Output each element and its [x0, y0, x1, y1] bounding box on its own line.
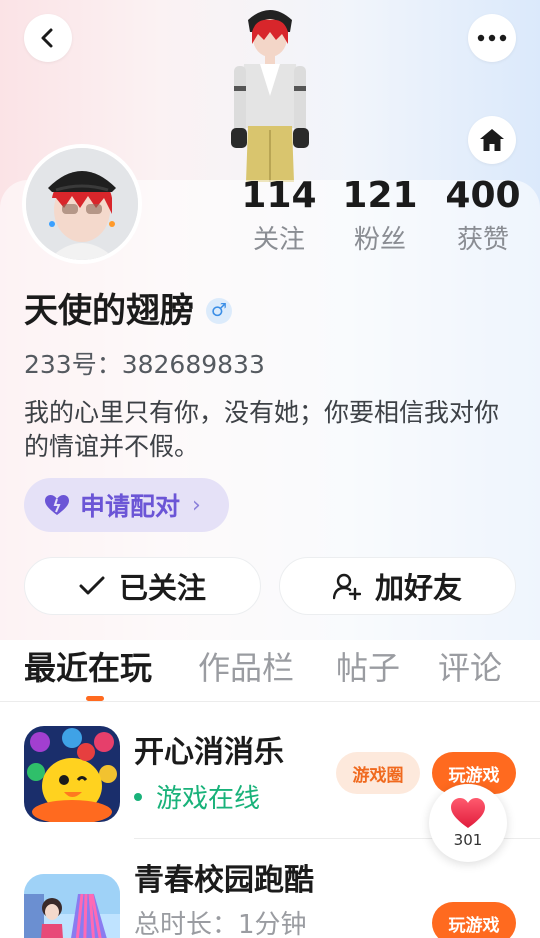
nickname-row: 天使的翅膀 ♂: [24, 288, 232, 334]
avatar[interactable]: [22, 144, 142, 264]
game-duration: 总时长：1分钟: [134, 910, 307, 938]
stat-label: 粉丝: [353, 225, 406, 255]
game-icon-campus-parkour[interactable]: [24, 874, 120, 938]
game-title: 开心消消乐: [134, 735, 284, 770]
heart-pair-icon: [45, 495, 69, 515]
stat-following[interactable]: 114 关注: [234, 174, 324, 260]
apply-pair-button[interactable]: 申请配对 ›: [24, 478, 229, 532]
add-user-icon: [332, 573, 361, 600]
stat-value: 121: [342, 175, 418, 216]
stat-fans[interactable]: 121 粉丝: [335, 174, 425, 260]
stat-value: 114: [241, 175, 317, 216]
nickname: 天使的翅膀: [24, 291, 194, 331]
play-game-button[interactable]: 玩游戏: [432, 902, 516, 938]
followed-button[interactable]: 已关注: [24, 557, 261, 615]
more-button[interactable]: [468, 14, 516, 62]
stat-label: 关注: [252, 225, 305, 255]
tab-recently-played[interactable]: 最近在玩: [24, 646, 152, 690]
home-icon: [480, 129, 504, 151]
game-title: 青春校园跑酷: [134, 863, 314, 898]
game-icon-xiaoxiaole[interactable]: [24, 726, 120, 822]
game-status-online: 游戏在线: [134, 780, 260, 818]
stat-label: 获赞: [456, 225, 509, 255]
stat-likes[interactable]: 400 获赞: [438, 174, 528, 260]
tab-comments[interactable]: 评论: [438, 646, 502, 690]
bio-text: 我的心里只有你，没有她；你要相信我对你的情谊并不假。: [24, 398, 500, 461]
tab-bar: 最近在玩 作品栏 帖子 评论: [0, 640, 540, 702]
user-id: 233号：382689833: [24, 350, 265, 379]
add-friend-label: 加好友: [374, 571, 462, 605]
game-circle-button[interactable]: 游戏圈: [336, 752, 420, 794]
followed-label: 已关注: [118, 571, 206, 605]
game-status-text: 游戏在线: [156, 784, 261, 814]
add-friend-button[interactable]: 加好友: [279, 557, 516, 615]
stat-value: 400: [445, 175, 521, 216]
tab-works[interactable]: 作品栏: [198, 646, 294, 690]
apply-pair-label: 申请配对: [80, 492, 181, 521]
home-button[interactable]: [468, 116, 516, 164]
like-count: 301: [453, 831, 483, 849]
back-button[interactable]: [24, 14, 72, 62]
heart-icon: [451, 798, 485, 828]
male-icon: ♂: [206, 298, 232, 324]
check-icon: [79, 576, 105, 595]
like-float-button[interactable]: 301: [429, 784, 507, 862]
more-dots-icon: [477, 34, 507, 42]
chevron-left-icon: [41, 28, 53, 48]
chevron-right-icon: ›: [192, 492, 201, 518]
tab-posts[interactable]: 帖子: [336, 646, 400, 690]
avatar-3d-figure: [210, 0, 330, 182]
online-dot-icon: [134, 792, 142, 801]
